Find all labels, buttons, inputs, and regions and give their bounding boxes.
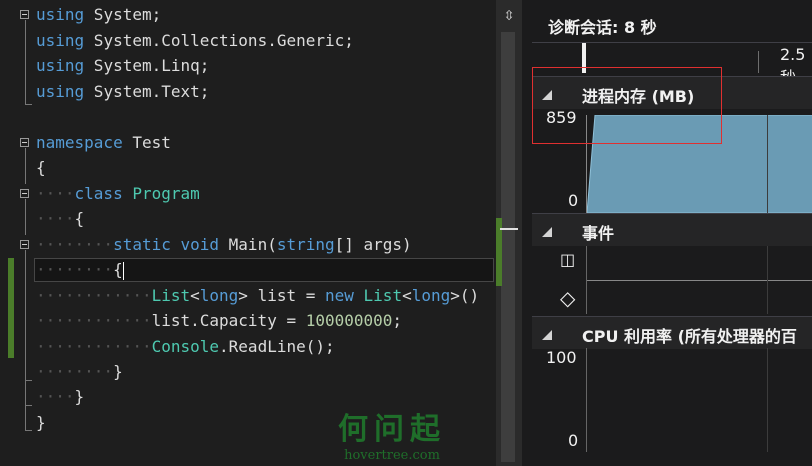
- fold-toggle-main[interactable]: [20, 240, 29, 249]
- code-line-brace[interactable]: {: [36, 155, 46, 181]
- grid-line: [767, 115, 768, 213]
- code-line-main[interactable]: ········static void Main(string[] args): [36, 232, 412, 258]
- code-line-list[interactable]: ············List<long> list = new List<l…: [36, 283, 479, 309]
- fold-guide: [25, 20, 26, 104]
- split-vertical-icon[interactable]: ⇳: [496, 2, 522, 28]
- code-line-namespace[interactable]: namespace Test: [36, 130, 171, 156]
- collapse-triangle-icon[interactable]: [542, 330, 552, 340]
- fold-guide-end: [25, 104, 32, 105]
- code-line-brace[interactable]: ········}: [36, 359, 123, 385]
- fold-toggle-usings[interactable]: [20, 10, 29, 19]
- fold-guide-end: [25, 430, 32, 431]
- session-duration: 诊断会话: 8 秒: [548, 18, 657, 37]
- cpu-title: CPU 利用率 (所有处理器的百: [582, 327, 797, 346]
- cpu-y-min: 0: [568, 431, 579, 450]
- code-line-readline[interactable]: ············Console.ReadLine();: [36, 334, 335, 360]
- fold-guide-end: [25, 380, 32, 381]
- highlight-box: [532, 67, 722, 144]
- change-marker: [8, 258, 14, 358]
- watermark-en: hovertree.com: [344, 448, 440, 463]
- scroll-thumb[interactable]: [501, 32, 515, 462]
- cpu-section-header[interactable]: CPU 利用率 (所有处理器的百: [532, 316, 812, 349]
- code-editor[interactable]: using System; using System.Collections.G…: [0, 0, 496, 466]
- cpu-chart[interactable]: [586, 348, 812, 452]
- scroll-caret-marker: [500, 228, 518, 230]
- text-caret: [122, 261, 124, 280]
- fold-guide: [25, 148, 26, 184]
- diamond-icon[interactable]: ◇: [560, 286, 575, 310]
- code-line-3[interactable]: using System.Linq;: [36, 53, 209, 79]
- pause-icon[interactable]: ◫: [560, 250, 575, 269]
- code-line-brace[interactable]: ····}: [36, 384, 84, 410]
- diagnostic-tools-panel: 诊断会话: 8 秒 2.5秒 进程内存 (MB) 859 0 事件 ◫ ◇ CP…: [522, 0, 812, 466]
- events-track[interactable]: [586, 246, 812, 314]
- fold-guide-end: [25, 405, 32, 406]
- grid-line: [767, 246, 768, 314]
- code-line-capacity[interactable]: ············list.Capacity = 100000000;: [36, 308, 402, 334]
- code-line-brace[interactable]: }: [36, 410, 46, 436]
- events-line: [587, 280, 812, 281]
- events-title: 事件: [582, 224, 615, 243]
- ruler-tick: [758, 51, 759, 73]
- code-line-4[interactable]: using System.Text;: [36, 79, 209, 105]
- memory-y-min: 0: [568, 191, 579, 210]
- grid-line: [767, 348, 768, 452]
- code-line-class[interactable]: ····class Program: [36, 181, 200, 207]
- code-line-1[interactable]: using System;: [36, 2, 161, 28]
- fold-guide: [25, 199, 26, 235]
- fold-guide: [25, 250, 26, 430]
- events-section-header[interactable]: 事件: [532, 213, 812, 246]
- code-line-2[interactable]: using System.Collections.Generic;: [36, 28, 354, 54]
- fold-toggle-namespace[interactable]: [20, 138, 29, 147]
- cpu-y-max: 100: [546, 348, 577, 367]
- collapse-triangle-icon[interactable]: [542, 227, 552, 237]
- fold-toggle-class[interactable]: [20, 189, 29, 198]
- editor-scrollbar[interactable]: ⇳: [496, 0, 522, 466]
- watermark: 何问起 hovertree.com: [338, 404, 446, 463]
- code-line-brace[interactable]: ····{: [36, 206, 84, 232]
- code-line-brace-current[interactable]: ········{: [36, 257, 124, 283]
- watermark-cn: 何问起: [338, 412, 446, 447]
